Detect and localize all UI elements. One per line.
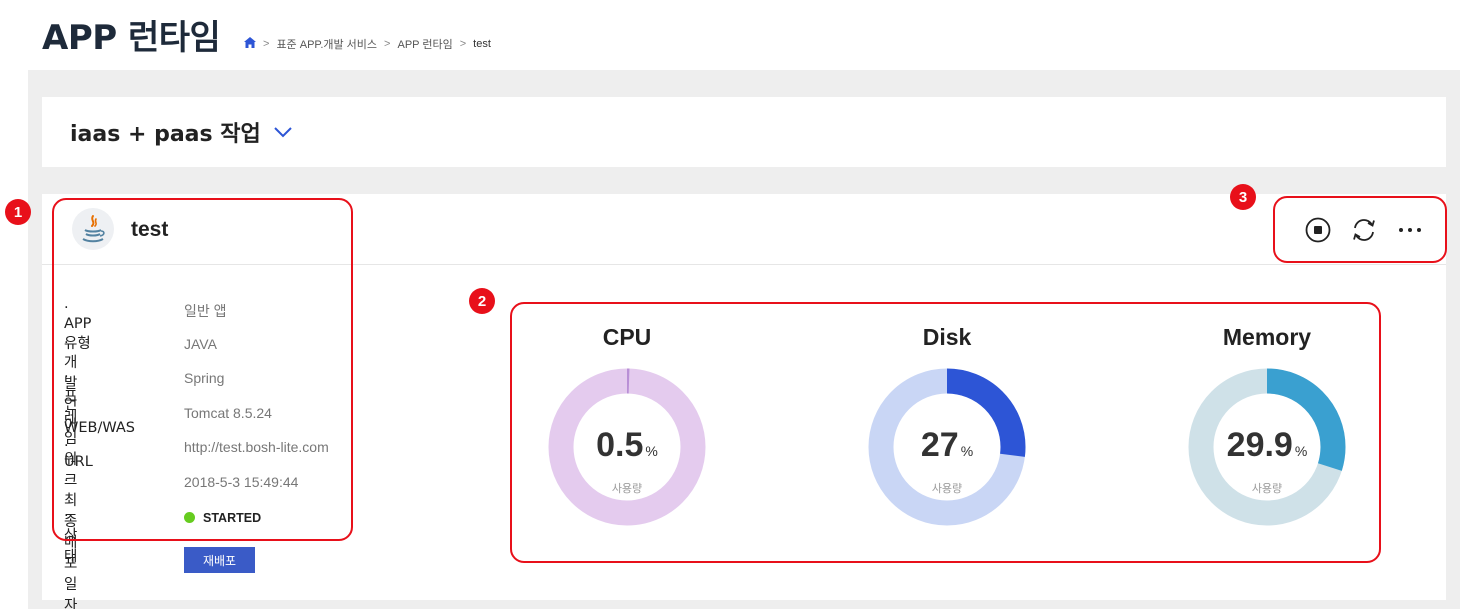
home-icon[interactable]	[244, 37, 256, 51]
gauge-value: 29.9	[1226, 426, 1293, 464]
gauge-unit: %	[645, 443, 658, 459]
restart-icon[interactable]	[1350, 216, 1378, 244]
app-actions	[1304, 216, 1424, 244]
project-name: iaas + paas 작업	[70, 122, 261, 147]
gauge-value: 0.5	[596, 426, 644, 464]
gauge-unit: %	[1294, 443, 1308, 459]
more-icon[interactable]	[1396, 216, 1424, 244]
redeploy-button[interactable]: 재배포	[184, 547, 255, 573]
breadcrumb-item-runtime[interactable]: APP 런타임	[397, 36, 452, 52]
gauge-caption: 사용량	[1251, 482, 1283, 495]
breadcrumb-item-current: test	[473, 38, 491, 50]
project-selector[interactable]: iaas + paas 작업	[42, 97, 1446, 167]
info-value: JAVA	[184, 335, 217, 352]
app-name: test	[131, 218, 169, 241]
page-title: APP 런타임	[42, 18, 221, 58]
java-icon	[72, 208, 114, 250]
disk-gauge: Disk 27% 사용량	[852, 324, 1042, 526]
info-label: · URL	[64, 438, 93, 471]
breadcrumb-separator: >	[459, 38, 467, 50]
gauge-unit: %	[960, 443, 974, 459]
gauge-title: CPU	[602, 324, 652, 350]
breadcrumb-separator: >	[263, 38, 270, 50]
gauge-title: Disk	[922, 324, 972, 350]
gauge-ring: 29.9% 사용량	[1188, 368, 1346, 526]
card-divider	[42, 264, 1446, 265]
breadcrumb-separator: >	[384, 38, 391, 50]
info-label: · WEB/WAS	[64, 403, 135, 436]
breadcrumb: > 표준 APP.개발 서비스 > APP 런타임 > test	[244, 36, 491, 52]
app-url-link[interactable]: http://test.bosh-lite.com	[184, 439, 329, 455]
chevron-down-icon[interactable]	[273, 126, 293, 138]
app-card: test · APP 유형 일반 앱 · 개발언어 JAVA · 프레임워크 S…	[42, 194, 1446, 609]
info-value: Spring	[184, 370, 225, 387]
annotation-marker-2: 2	[469, 288, 495, 314]
annotation-marker-1: 1	[5, 199, 31, 225]
gauge-caption: 사용량	[931, 482, 963, 495]
memory-gauge: Memory 29.9% 사용량	[1172, 324, 1362, 526]
annotation-marker-3: 3	[1230, 184, 1256, 210]
cpu-gauge: CPU 0.5% 사용량	[532, 324, 722, 526]
status-badge: STARTED	[184, 509, 261, 525]
info-value: 2018-5-3 15:49:44	[184, 473, 299, 490]
gauge-caption: 사용량	[611, 482, 643, 495]
gauge-title: Memory	[1222, 324, 1312, 350]
info-label: · 상태	[64, 507, 78, 565]
info-value: 일반 앱	[184, 303, 227, 319]
gauge-value: 27	[920, 426, 959, 464]
status-text: STARTED	[203, 510, 262, 525]
breadcrumb-item-service[interactable]: 표준 APP.개발 서비스	[276, 36, 377, 52]
gauge-ring: 27% 사용량	[868, 368, 1026, 526]
info-value: Tomcat 8.5.24	[184, 404, 272, 421]
stop-icon[interactable]	[1304, 216, 1332, 244]
gauge-ring: 0.5% 사용량	[548, 368, 706, 526]
status-dot-icon	[184, 511, 195, 523]
